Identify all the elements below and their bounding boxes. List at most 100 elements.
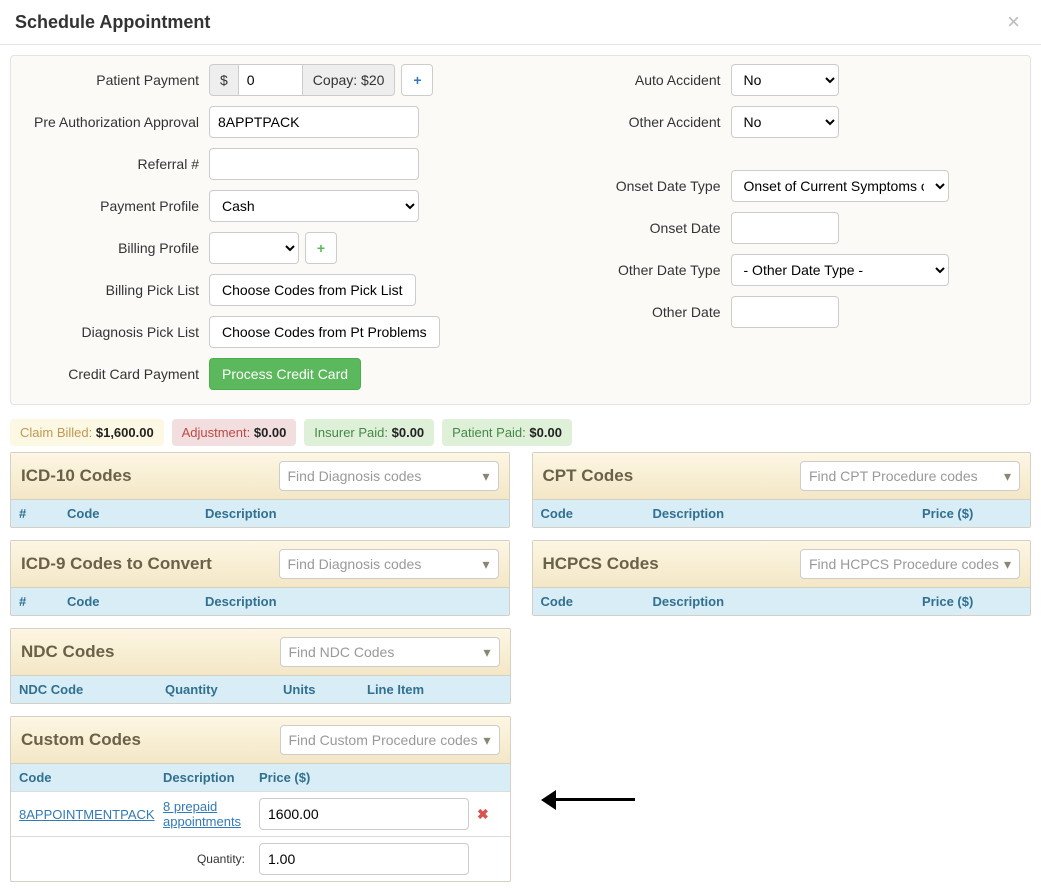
- chevron-down-icon: ▾: [1004, 556, 1011, 573]
- col-units: Units: [283, 682, 367, 697]
- process-credit-card-button[interactable]: Process Credit Card: [209, 358, 361, 390]
- auto-accident-select[interactable]: No: [731, 64, 839, 96]
- diagnosis-picklist-button[interactable]: Choose Codes from Pt Problems: [209, 316, 440, 348]
- onset-date-label: Onset Date: [541, 220, 731, 236]
- icd9-title: ICD-9 Codes to Convert: [21, 554, 212, 574]
- currency-addon: $: [209, 64, 238, 96]
- other-type-label: Other Date Type: [541, 262, 731, 278]
- chevron-down-icon: ▾: [482, 468, 489, 485]
- custom-panel: Custom Codes Find Custom Procedure codes…: [10, 716, 511, 882]
- billing-picklist-label: Billing Pick List: [19, 282, 209, 298]
- preauth-input[interactable]: [209, 106, 419, 138]
- claim-billed-badge: Claim Billed: $1,600.00: [10, 419, 164, 446]
- billing-profile-label: Billing Profile: [19, 240, 209, 256]
- hcpcs-finder[interactable]: Find HCPCS Procedure codes ▾: [800, 549, 1020, 579]
- col-price: Price ($): [259, 770, 502, 785]
- col-hash: #: [19, 594, 67, 609]
- col-code: Code: [541, 594, 653, 609]
- annotation-arrow-icon: [545, 798, 635, 801]
- ndc-finder-placeholder: Find NDC Codes: [289, 644, 395, 660]
- onset-type-select[interactable]: Onset of Current Symptoms o: [731, 170, 949, 202]
- qty-label: Quantity:: [19, 852, 259, 866]
- remove-icon[interactable]: ✖: [477, 806, 489, 823]
- custom-finder-placeholder: Find Custom Procedure codes: [289, 732, 478, 748]
- custom-code-row: 8APPOINTMENTPACK 8 prepaid appointments …: [11, 791, 510, 836]
- add-payment-button[interactable]: +: [401, 64, 433, 96]
- icd10-panel: ICD-10 Codes Find Diagnosis codes ▾ # Co…: [10, 452, 510, 528]
- icd10-finder-placeholder: Find Diagnosis codes: [288, 468, 422, 484]
- icd9-panel: ICD-9 Codes to Convert Find Diagnosis co…: [10, 540, 510, 616]
- ndc-finder[interactable]: Find NDC Codes ▾: [280, 637, 500, 667]
- billing-profile-select[interactable]: [209, 232, 299, 264]
- icd9-finder-placeholder: Find Diagnosis codes: [288, 556, 422, 572]
- patient-payment-group: $ Copay: $20: [209, 64, 395, 96]
- other-accident-select[interactable]: No: [731, 106, 839, 138]
- hcpcs-panel: HCPCS Codes Find HCPCS Procedure codes ▾…: [532, 540, 1032, 616]
- plus-icon: +: [317, 240, 325, 256]
- col-desc: Description: [653, 506, 923, 521]
- other-date-input[interactable]: [731, 296, 839, 328]
- other-date-label: Other Date: [541, 304, 731, 320]
- custom-qty-row: Quantity:: [11, 836, 510, 881]
- custom-price-input[interactable]: [259, 798, 469, 830]
- col-code: Code: [19, 770, 163, 785]
- icd9-finder[interactable]: Find Diagnosis codes ▾: [279, 549, 499, 579]
- custom-columns: Code Description Price ($): [11, 764, 510, 791]
- col-desc: Description: [653, 594, 923, 609]
- custom-code-link[interactable]: 8APPOINTMENTPACK: [19, 807, 155, 822]
- chevron-down-icon: ▾: [483, 732, 490, 749]
- referral-input[interactable]: [209, 148, 419, 180]
- col-line: Line Item: [367, 682, 502, 697]
- col-price: Price ($): [922, 594, 1022, 609]
- other-type-select[interactable]: - Other Date Type -: [731, 254, 949, 286]
- col-code: Code: [541, 506, 653, 521]
- custom-title: Custom Codes: [21, 730, 141, 750]
- col-ndc-code: NDC Code: [19, 682, 165, 697]
- add-billing-profile-button[interactable]: +: [305, 232, 337, 264]
- cpt-finder-placeholder: Find CPT Procedure codes: [809, 468, 978, 484]
- diagnosis-picklist-label: Diagnosis Pick List: [19, 324, 209, 340]
- modal-title: Schedule Appointment: [15, 12, 210, 33]
- custom-desc-link[interactable]: 8 prepaid appointments: [163, 799, 251, 829]
- copay-static: Copay: $20: [303, 64, 396, 96]
- icd10-columns: # Code Description: [11, 500, 509, 527]
- modal-header: Schedule Appointment ×: [0, 0, 1041, 45]
- ndc-panel: NDC Codes Find NDC Codes ▾ NDC Code Quan…: [10, 628, 511, 704]
- billing-picklist-button[interactable]: Choose Codes from Pick List: [209, 274, 416, 306]
- summary-badges: Claim Billed: $1,600.00 Adjustment: $0.0…: [10, 419, 1031, 446]
- payment-profile-select[interactable]: Cash: [209, 190, 419, 222]
- custom-qty-input[interactable]: [259, 843, 469, 875]
- chevron-down-icon: ▾: [483, 644, 490, 661]
- col-hash: #: [19, 506, 67, 521]
- cpt-finder[interactable]: Find CPT Procedure codes ▾: [800, 461, 1020, 491]
- patient-payment-label: Patient Payment: [19, 72, 209, 88]
- preauth-label: Pre Authorization Approval: [19, 114, 209, 130]
- hcpcs-title: HCPCS Codes: [543, 554, 659, 574]
- ndc-columns: NDC Code Quantity Units Line Item: [11, 676, 510, 703]
- onset-type-label: Onset Date Type: [541, 178, 731, 194]
- col-qty: Quantity: [165, 682, 283, 697]
- hcpcs-finder-placeholder: Find HCPCS Procedure codes: [809, 556, 999, 572]
- col-code: Code: [67, 506, 205, 521]
- col-desc: Description: [205, 594, 501, 609]
- patient-paid-badge: Patient Paid: $0.00: [442, 419, 572, 446]
- insurer-paid-badge: Insurer Paid: $0.00: [304, 419, 434, 446]
- col-price: Price ($): [922, 506, 1022, 521]
- col-desc: Description: [205, 506, 501, 521]
- icd10-title: ICD-10 Codes: [21, 466, 132, 486]
- onset-date-input[interactable]: [731, 212, 839, 244]
- hcpcs-columns: Code Description Price ($): [533, 588, 1031, 615]
- col-desc: Description: [163, 770, 259, 785]
- cc-payment-label: Credit Card Payment: [19, 366, 209, 382]
- col-code: Code: [67, 594, 205, 609]
- close-icon[interactable]: ×: [1001, 10, 1026, 34]
- cpt-columns: Code Description Price ($): [533, 500, 1031, 527]
- chevron-down-icon: ▾: [482, 556, 489, 573]
- custom-finder[interactable]: Find Custom Procedure codes ▾: [280, 725, 500, 755]
- cpt-title: CPT Codes: [543, 466, 634, 486]
- patient-payment-input[interactable]: [238, 64, 303, 96]
- cpt-panel: CPT Codes Find CPT Procedure codes ▾ Cod…: [532, 452, 1032, 528]
- plus-icon: +: [413, 72, 421, 88]
- referral-label: Referral #: [19, 156, 209, 172]
- icd10-finder[interactable]: Find Diagnosis codes ▾: [279, 461, 499, 491]
